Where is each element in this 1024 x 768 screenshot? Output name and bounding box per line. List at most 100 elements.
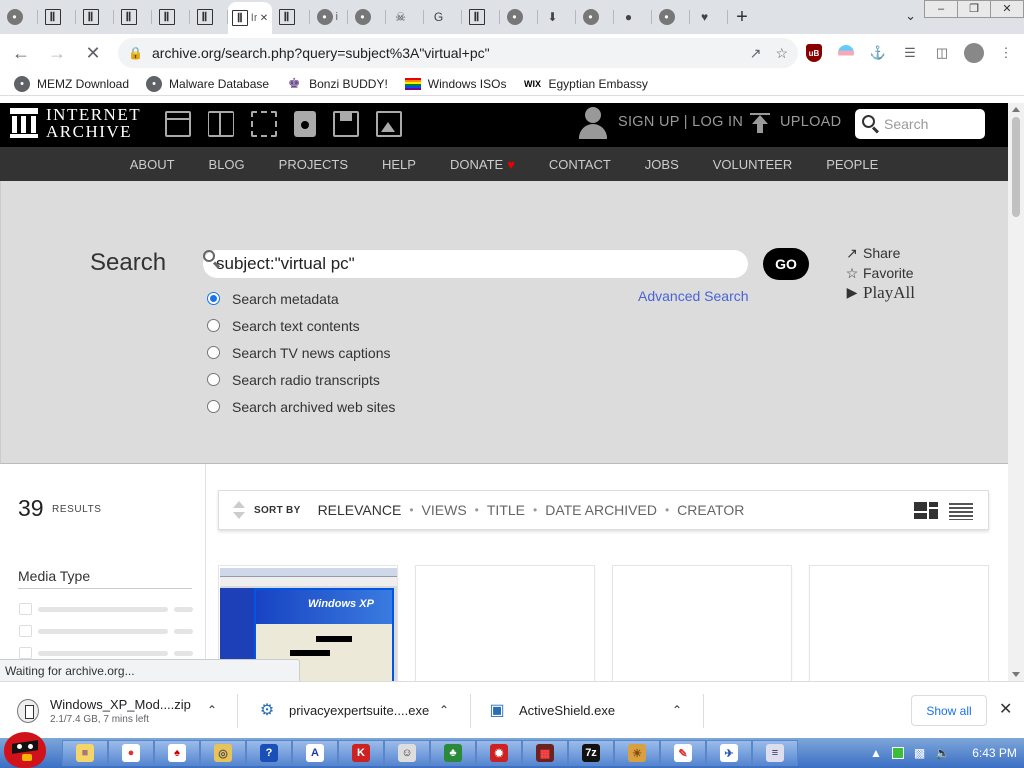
result-card[interactable]	[612, 565, 792, 685]
go-button[interactable]: GO	[763, 248, 809, 280]
taskbar-app-cat[interactable]: ☺	[384, 740, 430, 766]
tab[interactable]: Ⅱ	[152, 0, 190, 34]
page-scrollbar[interactable]	[1008, 103, 1024, 681]
bookmark-windows-isos[interactable]: Windows ISOs	[404, 77, 506, 91]
chevron-up-icon[interactable]: ⌃	[672, 703, 682, 717]
tab[interactable]: G	[424, 0, 462, 34]
sort-arrows-icon[interactable]	[233, 501, 245, 519]
url-text[interactable]: archive.org/search.php?query=subject%3A"…	[152, 45, 750, 61]
taskbar-app-spider[interactable]: ✹	[476, 740, 522, 766]
nav-about[interactable]: ABOUT	[113, 157, 192, 172]
search-option[interactable]: Search TV news captions	[207, 339, 395, 366]
radio-button[interactable]	[207, 292, 220, 305]
bookmark-memz[interactable]: • MEMZ Download	[14, 75, 129, 92]
back-button[interactable]: ←	[6, 38, 36, 68]
download-item-activeshield[interactable]: ▣ ActiveShield.exe ⌃	[486, 682, 686, 739]
video-film-icon[interactable]	[251, 111, 277, 137]
show-all-button[interactable]: Show all	[911, 695, 987, 726]
list-view-icon[interactable]	[949, 503, 973, 520]
forward-button[interactable]: →	[42, 38, 72, 68]
search-option[interactable]: Search radio transcripts	[207, 366, 395, 393]
scroll-thumb[interactable]	[1012, 117, 1020, 217]
nav-donate[interactable]: DONATE ♥	[433, 157, 532, 172]
side-panel-icon[interactable]: ◫	[926, 38, 958, 68]
user-icon[interactable]	[578, 105, 608, 139]
search-option[interactable]: Search metadata	[207, 285, 395, 312]
nav-projects[interactable]: PROJECTS	[262, 157, 365, 172]
clock[interactable]: 6:43 PM	[972, 746, 1017, 760]
scroll-down-arrow[interactable]	[1012, 672, 1020, 677]
radio-button[interactable]	[207, 319, 220, 332]
tab[interactable]: • i	[310, 0, 348, 34]
tab[interactable]: Ⅱ	[76, 0, 114, 34]
network-icon[interactable]: ▩	[914, 746, 925, 760]
images-picture-icon[interactable]	[376, 111, 402, 137]
tab[interactable]: •	[652, 0, 690, 34]
tab-search-chevron-icon[interactable]: ⌄	[905, 8, 916, 24]
taskbar-app-k[interactable]: K	[338, 740, 384, 766]
flag-extension[interactable]	[830, 38, 862, 68]
radio-button[interactable]	[207, 400, 220, 413]
nav-people[interactable]: PEOPLE	[809, 157, 895, 172]
upload-icon[interactable]	[750, 113, 770, 137]
download-item-privacyexpert[interactable]: ⚙ privacyexpertsuite....exe ⌃	[256, 682, 456, 739]
search-option[interactable]: Search archived web sites	[207, 393, 395, 420]
bookmark-egyptian-embassy[interactable]: WIX Egyptian Embassy	[523, 76, 648, 92]
texts-book-icon[interactable]	[208, 111, 234, 137]
sort-option-views[interactable]: VIEWS	[422, 502, 467, 518]
ublock-extension[interactable]: uB	[798, 38, 830, 68]
taskbar-app-folder[interactable]: ■	[62, 740, 108, 766]
restore-button[interactable]: ❐	[957, 0, 991, 18]
tray-expand-icon[interactable]: ▲	[870, 746, 882, 760]
search-query[interactable]: subject:"virtual pc"	[216, 254, 355, 274]
radio-button[interactable]	[207, 373, 220, 386]
chevron-up-icon[interactable]: ⌃	[207, 703, 217, 717]
bookmark-bonzi-buddy[interactable]: ♚ Bonzi BUDDY!	[286, 75, 388, 92]
search-input[interactable]: subject:"virtual pc"	[203, 250, 748, 278]
taskbar-app-pinball[interactable]: ✈	[706, 740, 752, 766]
share-action[interactable]: ↗ Share	[844, 243, 915, 263]
extensions-puzzle-icon[interactable]: ⚓	[862, 38, 894, 68]
taskbar-app-a[interactable]: A	[292, 740, 338, 766]
sort-option-creator[interactable]: CREATOR	[677, 502, 744, 518]
share-page-icon[interactable]: ↗	[750, 45, 762, 62]
tab[interactable]: ☠	[386, 0, 424, 34]
download-item-zip[interactable]: Windows_XP_Mod....zip 2.1/7.4 GB, 7 mins…	[17, 682, 222, 739]
sort-option-title[interactable]: TITLE	[487, 502, 525, 518]
bookmark-star-icon[interactable]: ☆	[775, 45, 788, 62]
tab[interactable]: Ⅱ	[190, 0, 228, 34]
chevron-up-icon[interactable]: ⌃	[439, 703, 449, 717]
tab[interactable]: Ⅱ	[272, 0, 310, 34]
start-button[interactable]	[0, 732, 54, 768]
signup-login-link[interactable]: SIGN UP | LOG IN	[618, 114, 743, 130]
tab[interactable]: •	[576, 0, 614, 34]
tab-active[interactable]: Ⅱ Ir ✕	[228, 2, 272, 34]
tab[interactable]: Ⅱ	[38, 0, 76, 34]
taskbar-app-notepad[interactable]: ≡	[752, 740, 798, 766]
close-window-button[interactable]: ✕	[990, 0, 1024, 18]
nav-jobs[interactable]: JOBS	[628, 157, 696, 172]
taskbar-app-tetris[interactable]: ▦	[522, 740, 568, 766]
playall-action[interactable]: ▶ PlayAll	[844, 283, 915, 303]
favorite-action[interactable]: ☆ Favorite	[844, 263, 915, 283]
volume-icon[interactable]: 🔈	[935, 746, 950, 760]
taskbar-app-chrome[interactable]: ●	[108, 740, 154, 766]
minimize-button[interactable]: –	[924, 0, 958, 18]
tab[interactable]: ●	[614, 0, 652, 34]
lock-icon[interactable]: 🔒	[128, 46, 146, 60]
stop-button[interactable]: ✕	[78, 38, 108, 68]
close-icon[interactable]: ✕	[999, 699, 1012, 719]
radio-button[interactable]	[207, 346, 220, 359]
bookmark-malware-database[interactable]: • Malware Database	[146, 75, 269, 92]
nav-contact[interactable]: CONTACT	[532, 157, 628, 172]
web-archive-icon[interactable]	[165, 111, 191, 137]
sort-option-date-archived[interactable]: DATE ARCHIVED	[545, 502, 657, 518]
upload-link[interactable]: UPLOAD	[780, 114, 841, 130]
sort-option-relevance[interactable]: RELEVANCE	[318, 502, 402, 518]
result-card[interactable]	[415, 565, 595, 685]
taskbar-app-lion[interactable]: ☀	[614, 740, 660, 766]
taskbar-app-cd[interactable]: ◎	[200, 740, 246, 766]
taskbar-app-tree[interactable]: ♣	[430, 740, 476, 766]
taskbar-app-paint[interactable]: ✎	[660, 740, 706, 766]
ia-header-search[interactable]: Search	[855, 109, 985, 139]
